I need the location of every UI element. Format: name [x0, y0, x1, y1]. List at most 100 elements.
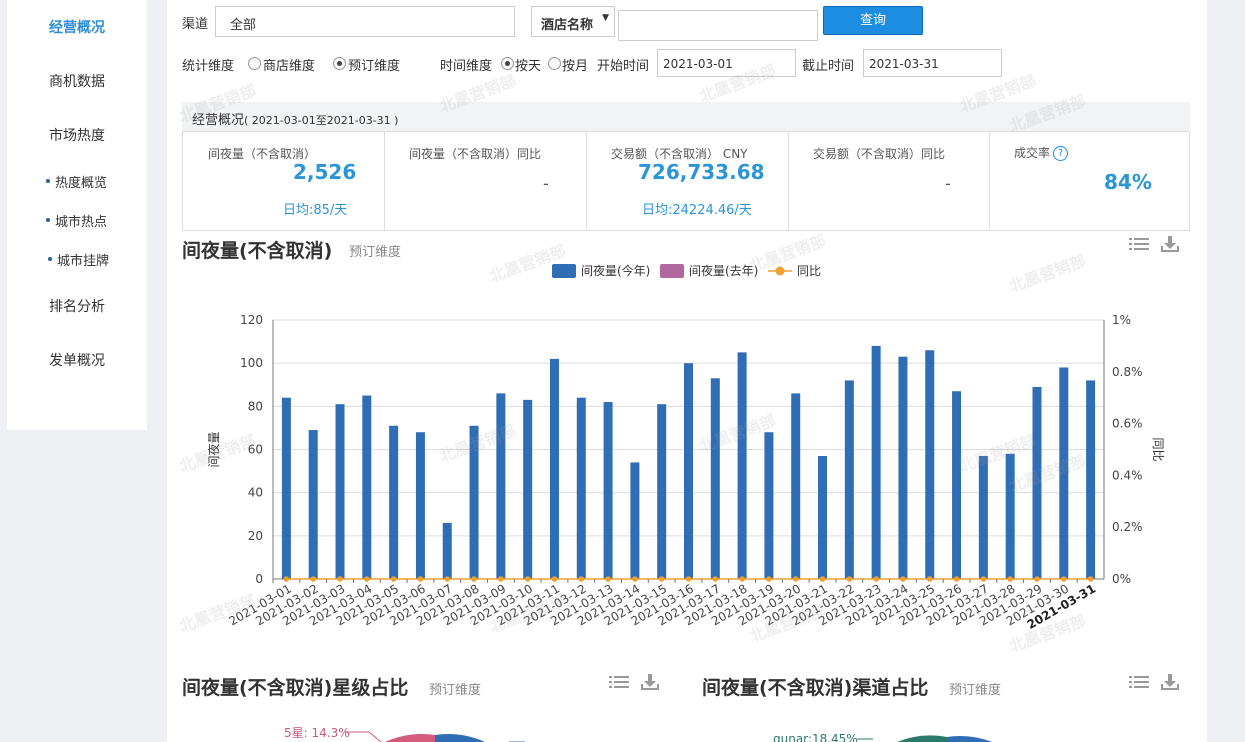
bar: [764, 432, 774, 579]
end-date-input[interactable]: 2021-03-31: [863, 49, 1002, 77]
channel-pie-label: qunar:18.45%: [773, 732, 858, 742]
query-button[interactable]: 查询: [823, 6, 923, 35]
bar: [710, 378, 720, 579]
bar: [335, 404, 345, 579]
kpi-value: -: [945, 174, 951, 193]
y-tick-label: 80: [248, 399, 263, 413]
bar: [898, 356, 908, 579]
kpi-label: 交易额（不含取消）同比: [813, 147, 946, 161]
bar: [549, 358, 559, 579]
kpi-label: 成交率?: [1014, 144, 1069, 161]
kpi-sub: 日均:24224.46/天: [642, 203, 752, 218]
radio-by-month[interactable]: [548, 57, 561, 70]
overview-header: 经营概况( 2021-03-01至2021-03-31 ): [182, 102, 1190, 131]
start-date-label: 开始时间: [597, 59, 650, 74]
bar: [442, 522, 452, 579]
bar: [871, 345, 881, 579]
kpi-value: 84%: [1104, 170, 1152, 194]
hotel-name-select[interactable]: 酒店名称 ▼: [531, 6, 615, 37]
download-icon[interactable]: [640, 673, 660, 691]
bar: [657, 404, 667, 579]
channel-chart-title: 间夜量(不含取消)渠道占比: [702, 677, 929, 699]
download-icon[interactable]: [1160, 235, 1180, 253]
bar: [523, 399, 533, 579]
legend-swatch: [660, 264, 684, 278]
y-tick-label: 40: [248, 486, 263, 500]
channel-chart-subtitle: 预订维度: [949, 683, 1002, 698]
channel-label: 渠道: [182, 17, 209, 32]
y2-tick-label: 0%: [1112, 572, 1131, 586]
bar: [281, 397, 291, 579]
radio-booking-dim[interactable]: [333, 57, 346, 70]
radio-booking-dim-label: 预订维度: [348, 59, 401, 74]
kpi-cards: 间夜量（不含取消） 2,526 日均:85/天 间夜量（不含取消）同比 - 交易…: [182, 131, 1190, 231]
list-icon[interactable]: [609, 674, 629, 692]
hotel-name-select-label: 酒店名称: [541, 18, 594, 33]
y-tick-label: 20: [248, 529, 263, 543]
bar: [737, 352, 747, 579]
y-axis-title: 间夜量: [206, 431, 221, 467]
sidebar-item-ranking[interactable]: 排名分析: [49, 296, 105, 316]
sidebar-subitem-heat-overview[interactable]: 热度概览: [45, 172, 107, 191]
bar: [308, 430, 318, 579]
bar: [496, 393, 506, 579]
kpi-sub: 日均:85/天: [283, 203, 348, 218]
sidebar: 经营概况 商机数据 市场热度 热度概览 城市热点 城市挂牌 排名分析 发单概况: [7, 0, 147, 430]
sidebar-subitem-city-hotspot[interactable]: 城市热点: [45, 211, 107, 230]
main-panel: 渠道 全部 酒店名称 ▼ 查询 统计维度 商店维度 预订维度 时间维度 按天 按…: [167, 0, 1207, 742]
legend-label: 同比: [797, 264, 821, 278]
chart-bars: [281, 345, 1096, 579]
kpi-card-conversion: 成交率? 84%: [990, 132, 1189, 230]
bar: [389, 425, 399, 579]
radio-by-day-label: 按天: [515, 59, 542, 74]
sidebar-item-market-heat[interactable]: 市场热度: [49, 125, 105, 145]
list-icon[interactable]: [1129, 674, 1149, 692]
bar: [1086, 380, 1096, 579]
y2-tick-label: 0.4%: [1112, 468, 1143, 482]
channel-pie-chart: [857, 735, 992, 742]
legend-label: 间夜量(今年): [581, 263, 650, 278]
bar: [791, 393, 801, 579]
star-pie-label: 5星: 14.3%: [284, 726, 350, 740]
list-icon[interactable]: [1129, 236, 1149, 254]
hotel-name-input[interactable]: [618, 10, 818, 41]
bar: [630, 462, 640, 579]
star-chart-title: 间夜量(不含取消)星级占比: [182, 677, 409, 699]
sidebar-item-orders[interactable]: 发单概况: [49, 350, 105, 370]
y2-tick-label: 0.6%: [1112, 417, 1143, 431]
bar: [978, 455, 988, 579]
legend-swatch: [552, 264, 576, 278]
nights-bar-chart: 间夜量(今年) 间夜量(去年) 同比 0 20 40 60 80 100 120 0% 0.2% 0.…: [206, 263, 1165, 632]
caret-down-icon: ▼: [602, 13, 609, 23]
bar: [1059, 367, 1069, 579]
end-date-label: 截止时间: [802, 59, 855, 74]
radio-by-day[interactable]: [501, 57, 514, 70]
kpi-card-revenue: 交易额（不含取消） CNY 726,733.68 日均:24224.46/天: [587, 132, 789, 230]
radio-by-month-label: 按月: [562, 59, 589, 74]
kpi-value: 726,733.68: [638, 160, 765, 184]
question-icon[interactable]: ?: [1053, 146, 1069, 161]
overview-title: 经营概况( 2021-03-01至2021-03-31 ): [192, 113, 399, 128]
y2-tick-label: 0.2%: [1112, 520, 1143, 534]
bar: [1005, 453, 1015, 579]
radio-store-dim[interactable]: [248, 57, 261, 70]
kpi-card-nights: 间夜量（不含取消） 2,526 日均:85/天: [183, 132, 385, 230]
channel-input[interactable]: 全部: [215, 6, 515, 37]
sidebar-item-opportunity[interactable]: 商机数据: [49, 71, 105, 91]
time-dim-label: 时间维度: [440, 59, 493, 74]
bar: [469, 425, 479, 579]
bar: [818, 455, 828, 579]
y-tick-label: 0: [255, 572, 263, 586]
sidebar-item-overview[interactable]: 经营概况: [49, 17, 105, 37]
bar: [1032, 386, 1042, 579]
download-icon[interactable]: [1160, 673, 1180, 691]
kpi-card-nights-yoy: 间夜量（不含取消）同比 -: [385, 132, 587, 230]
start-date-input[interactable]: 2021-03-01: [657, 49, 796, 77]
bar: [362, 395, 372, 579]
y-tick-label: 120: [240, 313, 263, 327]
kpi-value: -: [543, 174, 549, 193]
bar: [925, 350, 935, 579]
y2-tick-label: 1%: [1112, 313, 1131, 327]
y-tick-label: 60: [248, 443, 263, 457]
sidebar-subitem-city-listing[interactable]: 城市挂牌: [47, 250, 109, 269]
